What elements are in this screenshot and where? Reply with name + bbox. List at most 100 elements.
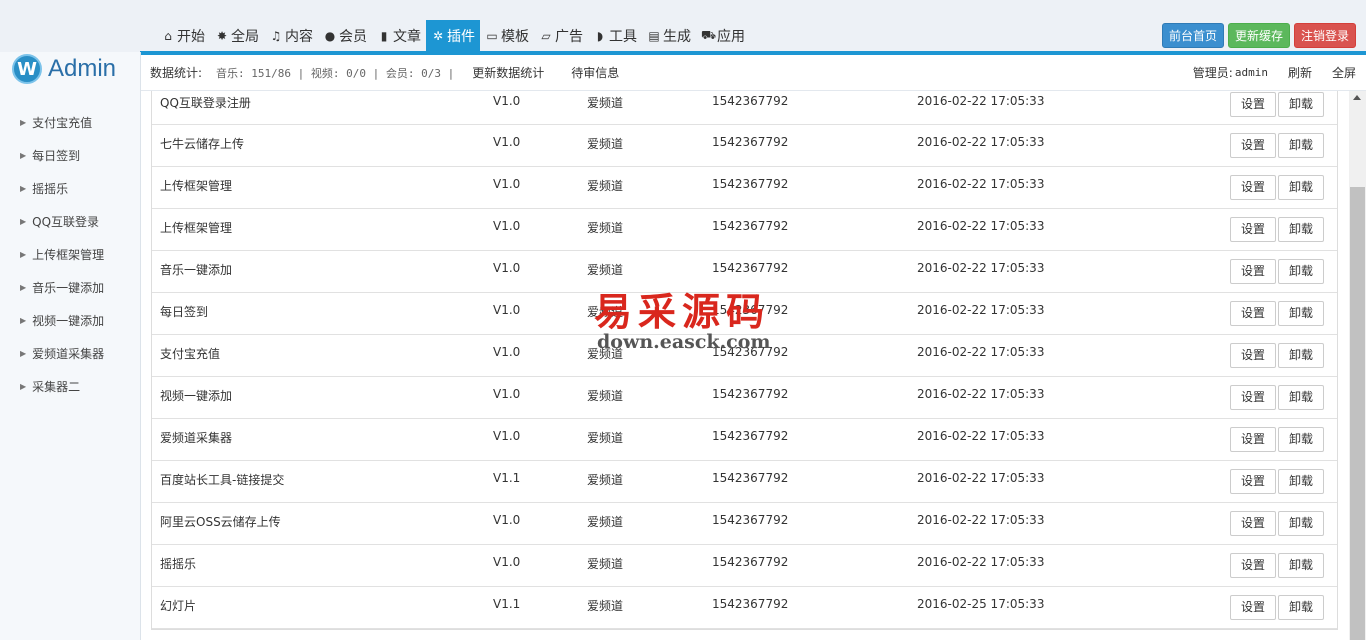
settings-button[interactable]: 设置 — [1230, 217, 1276, 242]
plugin-version: V1.0 — [493, 555, 521, 569]
plugin-qq: 1542367792 — [712, 135, 789, 149]
table-row: 上传框架管理 V1.0 爱频道 1542367792 2016-02-22 17:05:… — [152, 167, 1337, 209]
sidebar-item[interactable]: ▶ 摇摇乐 — [0, 172, 140, 205]
nav-item-8[interactable]: ◗ 工具 — [588, 20, 642, 51]
plugin-table: QQ互联登录注册 V1.0 爱频道 1542367792 2016-02-22 17:0… — [151, 91, 1338, 630]
caret-right-icon: ▶ — [20, 382, 27, 391]
settings-button[interactable]: 设置 — [1230, 469, 1276, 494]
plugin-name: 上传框架管理 — [160, 221, 233, 235]
sidebar-item[interactable]: ▶ 音乐一键添加 — [0, 271, 140, 304]
sidebar-item-label: 采集器二 — [32, 380, 81, 394]
nav-item-2[interactable]: ♫ 内容 — [264, 20, 318, 51]
table-row: 视频一键添加 V1.0 爱频道 1542367792 2016-02-22 17:05:… — [152, 377, 1337, 419]
admin-label: 管理员: — [1192, 66, 1233, 80]
uninstall-button[interactable]: 卸载 — [1278, 595, 1324, 620]
uninstall-button[interactable]: 卸载 — [1278, 385, 1324, 410]
plugin-author: 爱频道 — [587, 515, 624, 529]
settings-button[interactable]: 设置 — [1230, 511, 1276, 536]
nav-item-6[interactable]: ▭ 模板 — [480, 20, 534, 51]
stats-bar: 数据统计: 音乐: 151/86 | 视频: 0/0 | 会员: 0/3 | 更… — [141, 55, 1366, 91]
settings-button[interactable]: 设置 — [1230, 553, 1276, 578]
table-row: QQ互联登录注册 V1.0 爱频道 1542367792 2016-02-22 17:0… — [152, 91, 1337, 125]
main-nav: ⌂ 开始 ✸ 全局 ♫ 内容 ● 会员 ▮ 文章 ✲ 插件 ▭ 模板 ▱ 广告 ◗ 工具 ▤ 生成 ⛟ 应用 — [156, 20, 750, 51]
settings-button[interactable]: 设置 — [1230, 175, 1276, 200]
plugin-date: 2016-02-22 17:05:33 — [917, 513, 1045, 527]
update-stats-link[interactable]: 更新数据统计 — [472, 64, 544, 81]
plugin-qq: 1542367792 — [712, 219, 789, 233]
nav-item-label: 模板 — [501, 28, 529, 45]
plugin-name: QQ互联登录注册 — [160, 96, 251, 110]
uninstall-button[interactable]: 卸载 — [1278, 217, 1324, 242]
logo[interactable]: W Admin — [12, 50, 140, 88]
nav-item-4[interactable]: ▮ 文章 — [372, 20, 426, 51]
nav-item-0[interactable]: ⌂ 开始 — [156, 20, 210, 51]
update-cache-button[interactable]: 更新缓存 — [1227, 23, 1290, 48]
nav-item-9[interactable]: ▤ 生成 — [642, 20, 696, 51]
plugin-date: 2016-02-22 17:05:33 — [917, 471, 1045, 485]
uninstall-button[interactable]: 卸载 — [1278, 427, 1324, 452]
plugin-qq: 1542367792 — [712, 261, 789, 275]
plugin-date: 2016-02-25 17:05:33 — [917, 597, 1045, 611]
uninstall-button[interactable]: 卸载 — [1278, 259, 1324, 284]
settings-button[interactable]: 设置 — [1230, 595, 1276, 620]
sidebar-item[interactable]: ▶ 支付宝充值 — [0, 106, 140, 139]
caret-right-icon: ▶ — [20, 151, 27, 160]
settings-button[interactable]: 设置 — [1230, 92, 1276, 117]
gear-icon: ✸ — [216, 28, 228, 43]
plugin-date: 2016-02-22 17:05:33 — [917, 94, 1045, 108]
caret-right-icon: ▶ — [20, 316, 27, 325]
table-row: 七牛云储存上传 V1.0 爱频道 1542367792 2016-02-22 17:05… — [152, 125, 1337, 167]
plugin-version: V1.0 — [493, 387, 521, 401]
fullscreen-link[interactable]: 全屏 — [1332, 64, 1356, 81]
frontend-home-button[interactable]: 前台首页 — [1161, 23, 1224, 48]
plugin-name: 上传框架管理 — [160, 179, 233, 193]
sidebar-item-label: 每日签到 — [32, 149, 81, 163]
uninstall-button[interactable]: 卸载 — [1278, 343, 1324, 368]
plugin-name: 百度站长工具-链接提交 — [160, 473, 285, 487]
plugin-version: V1.0 — [493, 345, 521, 359]
settings-button[interactable]: 设置 — [1230, 427, 1276, 452]
scroll-thumb[interactable] — [1350, 187, 1365, 640]
plugin-name: 每日签到 — [160, 305, 209, 319]
sidebar-item[interactable]: ▶ 采集器二 — [0, 370, 140, 403]
logout-button[interactable]: 注销登录 — [1293, 23, 1356, 48]
nav-item-label: 全局 — [231, 28, 259, 45]
sidebar-item[interactable]: ▶ 视频一键添加 — [0, 304, 140, 337]
uninstall-button[interactable]: 卸载 — [1278, 511, 1324, 536]
refresh-link[interactable]: 刷新 — [1288, 64, 1312, 81]
sidebar-item[interactable]: ▶ 上传框架管理 — [0, 238, 140, 271]
pending-review-link[interactable]: 待审信息 — [571, 64, 619, 81]
sidebar-item[interactable]: ▶ 每日签到 — [0, 139, 140, 172]
settings-button[interactable]: 设置 — [1230, 259, 1276, 284]
settings-button[interactable]: 设置 — [1230, 133, 1276, 158]
logo-mark: W — [12, 54, 42, 84]
sidebar-item-label: QQ互联登录 — [32, 215, 100, 229]
settings-button[interactable]: 设置 — [1230, 301, 1276, 326]
uninstall-button[interactable]: 卸载 — [1278, 301, 1324, 326]
uninstall-button[interactable]: 卸载 — [1278, 469, 1324, 494]
uninstall-button[interactable]: 卸载 — [1278, 133, 1324, 158]
uninstall-button[interactable]: 卸载 — [1278, 553, 1324, 578]
plugin-name: 音乐一键添加 — [160, 263, 233, 277]
top-header: ⌂ 开始 ✸ 全局 ♫ 内容 ● 会员 ▮ 文章 ✲ 插件 ▭ 模板 ▱ 广告 ◗ 工具 ▤ 生成 ⛟ 应用 前台首页 更… — [0, 0, 1366, 52]
sidebar-item[interactable]: ▶ 爱频道采集器 — [0, 337, 140, 370]
nav-item-1[interactable]: ✸ 全局 — [210, 20, 264, 51]
uninstall-button[interactable]: 卸载 — [1278, 92, 1324, 117]
plugin-author: 爱频道 — [587, 179, 624, 193]
plugin-version: V1.0 — [493, 219, 521, 233]
settings-button[interactable]: 设置 — [1230, 343, 1276, 368]
plugin-author: 爱频道 — [587, 431, 624, 445]
caret-right-icon: ▶ — [20, 184, 27, 193]
stats-values: 音乐: 151/86 | 视频: 0/0 | 会员: 0/3 | — [216, 66, 455, 80]
scroll-up-arrow-icon[interactable] — [1353, 95, 1361, 100]
settings-button[interactable]: 设置 — [1230, 385, 1276, 410]
nav-item-label: 工具 — [609, 28, 637, 45]
uninstall-button[interactable]: 卸载 — [1278, 175, 1324, 200]
sidebar-item[interactable]: ▶ QQ互联登录 — [0, 205, 140, 238]
nav-item-3[interactable]: ● 会员 — [318, 20, 372, 51]
page-scrollbar[interactable] — [1349, 91, 1366, 640]
nav-item-10[interactable]: ⛟ 应用 — [696, 20, 750, 51]
nav-item-5[interactable]: ✲ 插件 — [426, 20, 480, 51]
nav-item-7[interactable]: ▱ 广告 — [534, 20, 588, 51]
plugin-qq: 1542367792 — [712, 429, 789, 443]
